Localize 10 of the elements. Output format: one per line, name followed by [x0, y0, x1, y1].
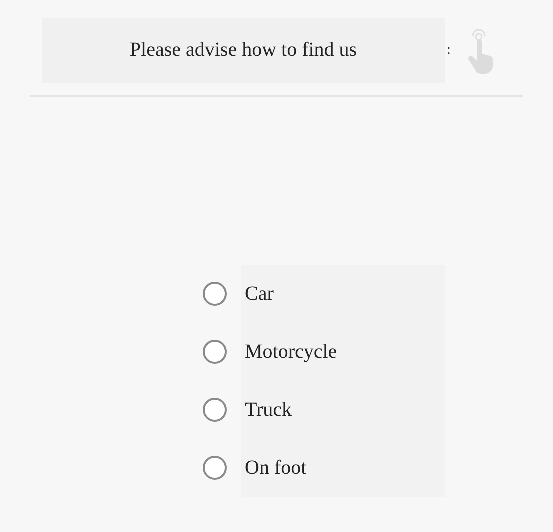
- radio-button[interactable]: [203, 456, 227, 480]
- radio-button[interactable]: [203, 282, 227, 306]
- option-label: Car: [241, 265, 445, 323]
- radio-button[interactable]: [203, 398, 227, 422]
- partial-text: :: [447, 42, 451, 58]
- option-label: Truck: [241, 381, 445, 439]
- option-label: On foot: [241, 439, 445, 497]
- option-label: Motorcycle: [241, 323, 445, 381]
- radio-button[interactable]: [203, 340, 227, 364]
- header-title: Please advise how to find us: [42, 18, 445, 83]
